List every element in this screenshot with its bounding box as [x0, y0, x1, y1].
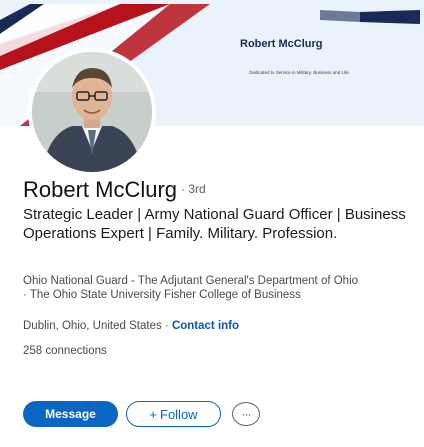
message-button[interactable]: Message [23, 401, 118, 427]
connections-count[interactable]: 258 connections [23, 343, 408, 359]
education-line[interactable]: · The Ohio State University Fisher Colle… [23, 287, 408, 303]
profile-name-row: Robert McClurg · 3rd [23, 177, 206, 203]
contact-info-link[interactable]: Contact info [172, 320, 239, 332]
banner-name: Robert McClurg [240, 38, 323, 50]
banner-tagline: Dedicated to Service in Military, Busine… [249, 70, 349, 75]
follow-button-label: Follow [160, 406, 198, 422]
ellipsis-icon: ··· [241, 407, 252, 421]
profile-headline: Strategic Leader | Army National Guard O… [23, 206, 406, 242]
location-line: Dublin, Ohio, United States · Contact in… [23, 318, 408, 334]
plus-icon: + [149, 406, 157, 422]
follow-button[interactable]: + Follow [126, 401, 221, 427]
connection-degree-badge: · 3rd [181, 182, 206, 196]
more-actions-button[interactable]: ··· [232, 402, 260, 426]
location-text: Dublin, Ohio, United States [23, 320, 162, 332]
location-separator: · [161, 320, 172, 332]
profile-photo [32, 52, 152, 172]
message-button-label: Message [45, 407, 96, 421]
profile-name: Robert McClurg [23, 177, 178, 202]
avatar[interactable] [32, 52, 152, 172]
